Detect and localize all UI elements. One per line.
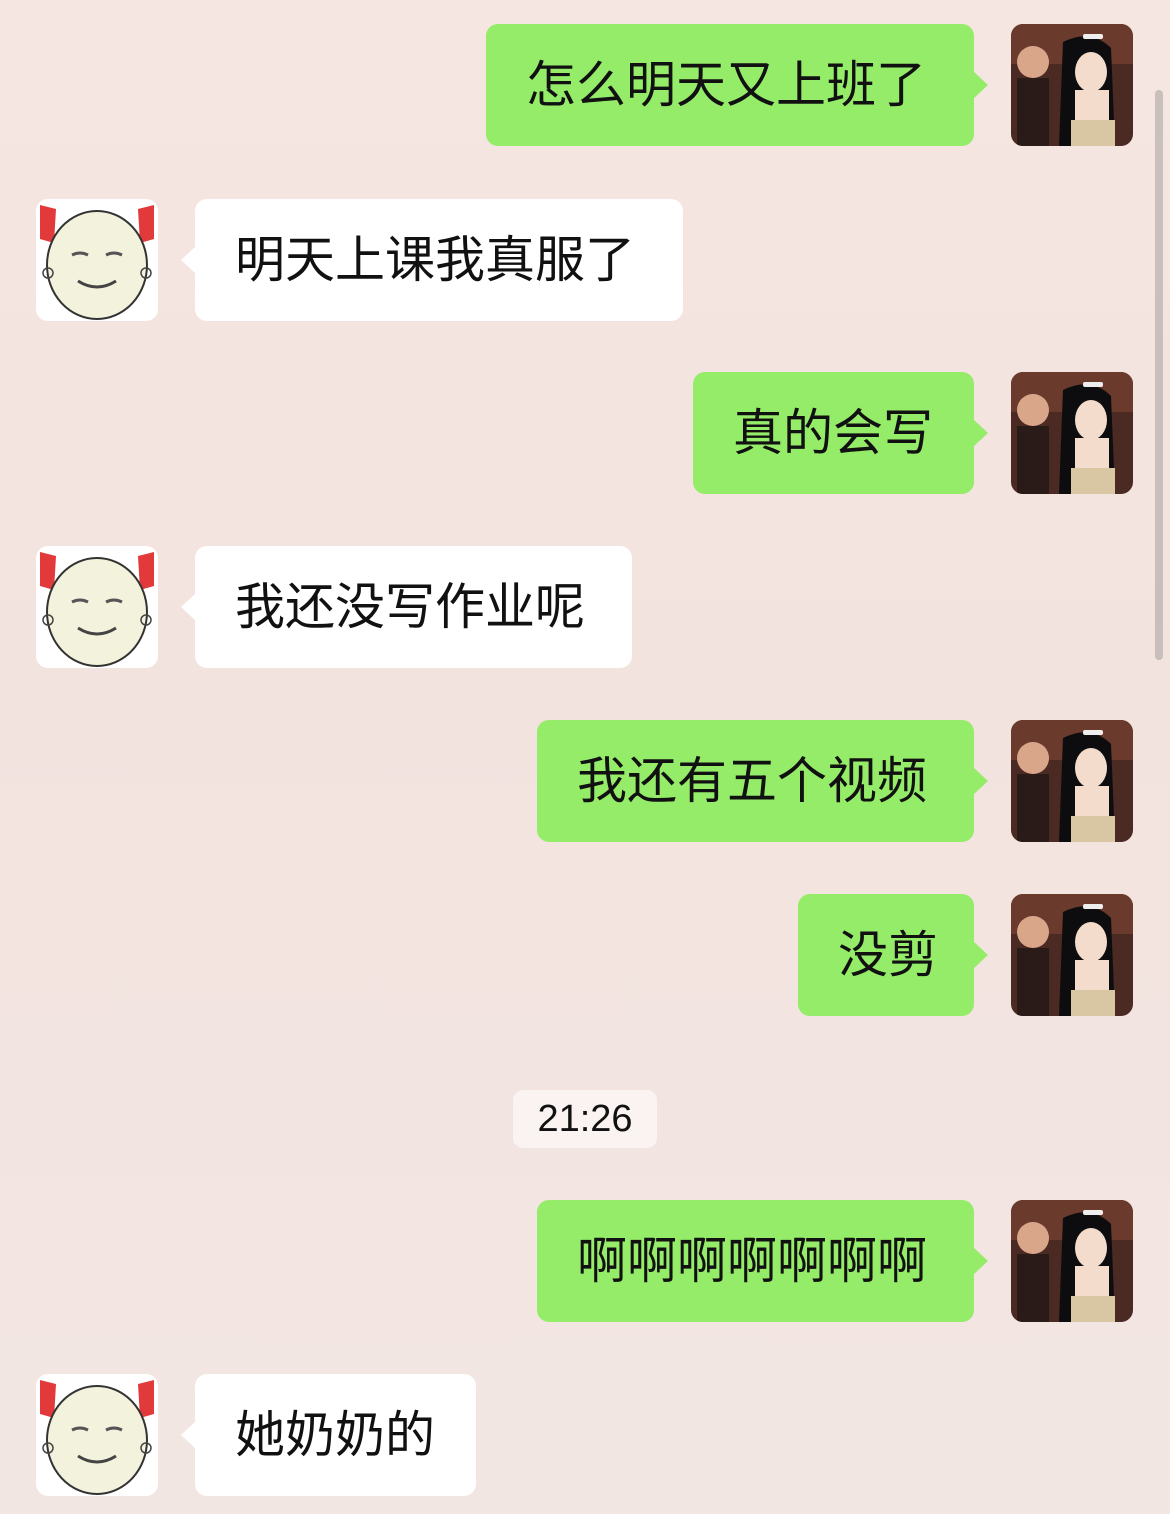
message-bubble-outgoing[interactable]: 怎么明天又上班了 (486, 24, 988, 146)
girl-avatar[interactable] (1011, 894, 1133, 1016)
girl-avatar[interactable] (1011, 372, 1133, 494)
message-bubble-incoming[interactable]: 我还没写作业呢 (181, 546, 632, 668)
timestamp: 21:26 (513, 1090, 657, 1148)
egg-face-avatar[interactable] (36, 1374, 158, 1496)
egg-face-avatar[interactable] (36, 546, 158, 668)
message-bubble-outgoing[interactable]: 没剪 (798, 894, 988, 1016)
message-bubble-incoming[interactable]: 明天上课我真服了 (181, 199, 683, 321)
girl-avatar[interactable] (1011, 24, 1133, 146)
girl-avatar[interactable] (1011, 720, 1133, 842)
message-bubble-incoming[interactable]: 她奶奶的 (181, 1374, 476, 1496)
scrollbar[interactable] (1155, 90, 1163, 660)
egg-face-avatar[interactable] (36, 199, 158, 321)
message-bubble-outgoing[interactable]: 我还有五个视频 (537, 720, 988, 842)
message-bubble-outgoing[interactable]: 啊啊啊啊啊啊啊 (537, 1200, 988, 1322)
girl-avatar[interactable] (1011, 1200, 1133, 1322)
message-bubble-outgoing[interactable]: 真的会写 (693, 372, 988, 494)
chat-area: 怎么明天又上班了 明天上课我真服了 真的会写 我还没写作业呢 我还有五个视频 没… (0, 0, 1170, 1514)
